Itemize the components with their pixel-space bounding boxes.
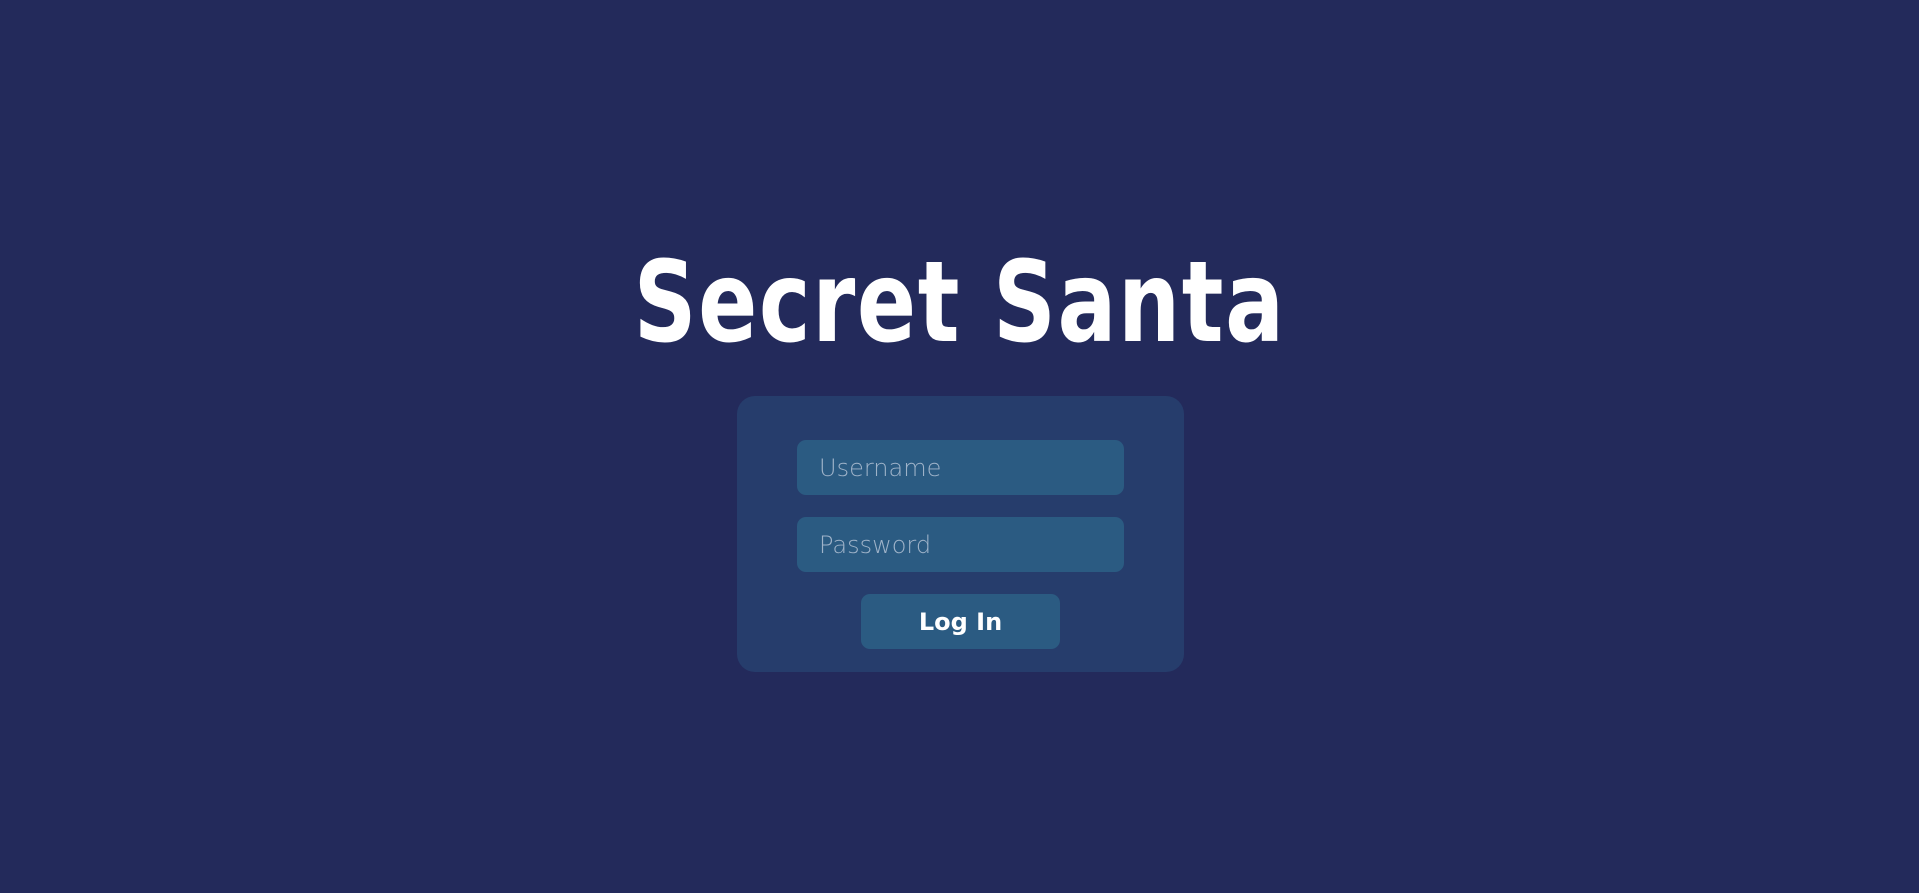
login-button[interactable]: Log In — [861, 594, 1060, 649]
username-input[interactable] — [797, 440, 1124, 495]
login-card: Log In — [737, 396, 1184, 672]
login-page: Secret Santa Log In — [0, 0, 1919, 893]
password-input[interactable] — [797, 517, 1124, 572]
page-title: Secret Santa — [633, 238, 1286, 368]
